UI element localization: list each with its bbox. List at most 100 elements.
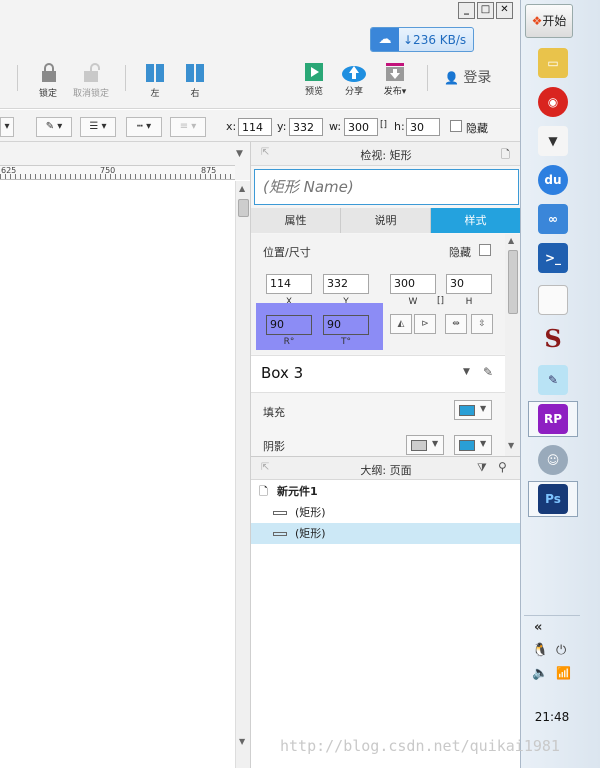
tray-expand-button[interactable]: « [534, 620, 542, 635]
fit-width-button[interactable]: ⇹ [445, 314, 467, 334]
design-canvas[interactable] [0, 181, 235, 768]
scroll-up-icon[interactable]: ▲ [239, 184, 245, 193]
fit-width-icon: ⇹ [452, 319, 460, 329]
lock-button[interactable]: 锁定 [30, 62, 66, 99]
minimize-button[interactable]: _ [458, 2, 475, 19]
line-color-dropdown[interactable]: ✎ ▾ [36, 117, 72, 137]
notepad-icon: ✎ [538, 365, 568, 395]
publish-button[interactable]: 发布▾ [379, 62, 411, 97]
network-icon[interactable]: 📶 [556, 666, 571, 680]
tree-root[interactable]: 🗋 新元件1 [251, 481, 521, 502]
shape-name-input[interactable] [254, 169, 519, 205]
canvas-scrollbar[interactable]: ▲ ▼ [235, 181, 250, 768]
hide-label: 隐藏 [466, 122, 488, 135]
inspector-panel: ⇱ 检视: 矩形 🗋 属性 说明 样式 位置/尺寸 隐藏 114 332 300… [250, 142, 521, 456]
power-icon[interactable]: ⏻ [556, 643, 566, 658]
scroll-thumb[interactable] [508, 250, 518, 314]
hide-checkbox[interactable] [450, 120, 462, 132]
tree-item-selected[interactable]: (矩形) [251, 523, 521, 544]
fill-color-picker[interactable]: ▼ [454, 400, 492, 420]
flip-horizontal-button[interactable]: ◭ [390, 314, 412, 334]
x-label: x: [226, 120, 237, 133]
maximize-button[interactable]: □ [477, 2, 494, 19]
w-field[interactable]: 300 [390, 274, 436, 294]
align-left-button[interactable]: 左 [142, 62, 168, 99]
taskbar-app-folder[interactable]: ▭ [528, 45, 578, 81]
tree-root-label: 新元件1 [277, 485, 318, 498]
shadow-style-picker[interactable]: ▼ [406, 435, 444, 455]
hide-checkbox[interactable] [479, 244, 491, 256]
login-label: 登录 [463, 70, 492, 86]
powershell-icon: >_ [538, 243, 568, 273]
taskbar-app-avatar[interactable]: ☺ [528, 442, 578, 478]
flip-vertical-button[interactable]: ⊳ [414, 314, 436, 334]
clock[interactable]: 21:48 [524, 710, 580, 724]
lock-ratio-icon[interactable]: [] [380, 120, 387, 130]
align-right-label: 右 [190, 89, 200, 99]
start-button[interactable]: ❖开始 [525, 4, 573, 38]
taskbar-app-photoshop[interactable]: Ps [528, 481, 578, 517]
avatar-icon: ☺ [538, 445, 568, 475]
baidu-icon: du [538, 165, 568, 195]
tab-properties[interactable]: 属性 [251, 208, 341, 233]
x-input[interactable] [238, 118, 272, 136]
w-input[interactable] [344, 118, 378, 136]
x-field[interactable]: 114 [266, 274, 312, 294]
taskbar-app-notepad[interactable]: ✎ [528, 362, 578, 398]
preview-button[interactable]: 预览 [300, 62, 328, 97]
login-button[interactable]: 👤 登录 [444, 67, 491, 87]
chevron-down-icon[interactable]: ▼ [463, 367, 470, 377]
canvas-menu-icon[interactable]: ▼ [236, 149, 243, 159]
arrow-style-dropdown[interactable]: ≡ ▾ [170, 117, 206, 137]
scroll-up-icon[interactable]: ▲ [508, 236, 514, 245]
y-field[interactable]: 332 [323, 274, 369, 294]
filter-icon[interactable]: ⧩ [477, 461, 487, 475]
search-icon[interactable]: ⚲ [498, 460, 507, 474]
fit-height-button[interactable]: ⇳ [471, 314, 493, 334]
tab-notes[interactable]: 说明 [341, 208, 431, 233]
h-field[interactable]: 30 [446, 274, 492, 294]
close-button[interactable]: ✕ [496, 2, 513, 19]
unlock-button[interactable]: 取消锁定 [70, 62, 112, 99]
taskbar-app-cloud[interactable]: ∞ [528, 201, 578, 237]
align-left-icon [146, 64, 164, 82]
tab-style[interactable]: 样式 [431, 208, 521, 233]
taskbar-app-axure[interactable]: RP [528, 401, 578, 437]
taskbar-app-document[interactable] [528, 282, 578, 318]
hide-label: 隐藏 [449, 246, 471, 259]
edit-style-icon[interactable]: ✎ [483, 365, 493, 379]
shadow-color-picker[interactable]: ▼ [454, 435, 492, 455]
w-caption: W [408, 297, 418, 307]
tree-item[interactable]: (矩形) [251, 502, 521, 523]
taskbar-app-s[interactable]: S [528, 321, 578, 357]
scroll-thumb[interactable] [238, 199, 249, 217]
style-selector[interactable]: Box 3 ▼ ✎ [251, 355, 505, 393]
taskbar-app-fox[interactable]: ▼ [528, 123, 578, 159]
share-label: 分享 [344, 87, 363, 97]
inspector-scrollbar[interactable]: ▲ ▼ [505, 234, 521, 456]
axure-rp-icon: RP [538, 404, 568, 434]
taskbar-app-baidu[interactable]: du [528, 162, 578, 198]
rotation-caption: R° [283, 337, 295, 347]
rotation-field[interactable]: 90 [266, 315, 312, 335]
scroll-down-icon[interactable]: ▼ [508, 441, 514, 450]
shadow-swatch [459, 440, 475, 451]
h-input[interactable] [406, 118, 440, 136]
taskbar-app-video[interactable]: ◉ [528, 84, 578, 120]
align-right-button[interactable]: 右 [182, 62, 208, 99]
y-input[interactable] [289, 118, 323, 136]
share-button[interactable]: 分享 [339, 62, 369, 97]
taskbar-app-powershell[interactable]: >_ [528, 240, 578, 276]
volume-icon[interactable]: 🔈 [532, 666, 548, 681]
chevron-down-icon: ▼ [480, 439, 487, 448]
lock-ratio-icon[interactable]: [] [437, 296, 444, 306]
download-speed-widget[interactable]: ☁ ↓236 KB/s [370, 27, 474, 52]
line-weight-dropdown[interactable]: ☰ ▾ [80, 117, 116, 137]
scroll-down-icon[interactable]: ▼ [239, 737, 245, 746]
line-style-dropdown[interactable]: ┅ ▾ [126, 117, 162, 137]
qq-icon[interactable]: 🐧 [532, 643, 548, 658]
fit-height-icon: ⇳ [478, 319, 486, 329]
page-icon[interactable]: 🗋 [501, 146, 510, 165]
font-dropdown[interactable]: ▾ [0, 117, 14, 137]
text-rotation-field[interactable]: 90 [323, 315, 369, 335]
